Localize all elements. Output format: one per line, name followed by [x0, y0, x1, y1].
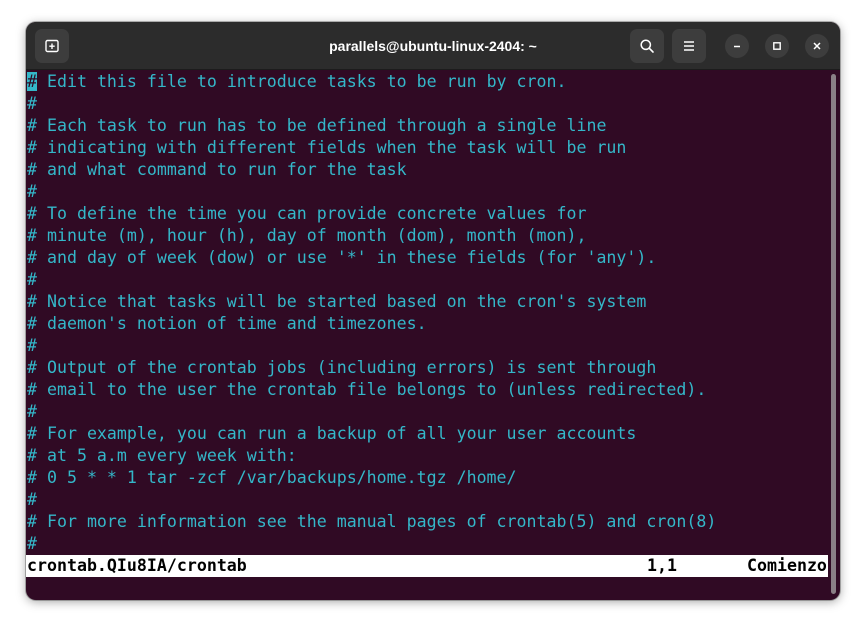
- status-cursor-position: 1,1: [647, 556, 677, 575]
- terminal-line: # For example, you can run a backup of a…: [27, 424, 637, 443]
- terminal-line: #: [27, 402, 37, 421]
- menu-button[interactable]: [672, 29, 706, 63]
- terminal-line: # indicating with different fields when …: [27, 138, 627, 157]
- title-bar: parallels@ubuntu-linux-2404: ~: [26, 22, 840, 70]
- terminal-line: # minute (m), hour (h), day of month (do…: [27, 226, 587, 245]
- terminal-line: # Output of the crontab jobs (including …: [27, 358, 657, 377]
- terminal-line: # 0 5 * * 1 tar -zcf /var/backups/home.t…: [27, 468, 517, 487]
- terminal-window: parallels@ubuntu-linux-2404: ~ # Edit th…: [26, 22, 840, 600]
- menu-icon: [684, 41, 694, 51]
- terminal-line: # daemon's notion of time and timezones.: [27, 314, 427, 333]
- terminal-line: # Each task to run has to be defined thr…: [27, 116, 607, 135]
- window-title: parallels@ubuntu-linux-2404: ~: [329, 38, 537, 54]
- terminal-line: #: [27, 336, 37, 355]
- terminal-line: # Notice that tasks will be started base…: [27, 292, 647, 311]
- minimize-icon: [734, 45, 740, 48]
- terminal-line: # at 5 a.m every week with:: [27, 446, 297, 465]
- terminal-line: # and day of week (dow) or use '*' in th…: [27, 248, 657, 267]
- terminal-line: #: [27, 94, 37, 113]
- terminal-content[interactable]: # Edit this file to introduce tasks to b…: [26, 70, 828, 600]
- terminal-line-1: # Edit this file to introduce tasks to b…: [27, 72, 567, 91]
- terminal-line: #: [27, 182, 37, 201]
- close-button[interactable]: [805, 34, 829, 58]
- close-icon: [813, 42, 821, 50]
- terminal-line: #: [27, 270, 37, 289]
- editor-status-bar: crontab.QIu8IA/crontab 1,1 Comienzo: [26, 555, 828, 577]
- terminal-line: #: [27, 490, 37, 509]
- terminal-line: # For more information see the manual pa…: [27, 512, 717, 531]
- text-cursor: #: [27, 72, 37, 91]
- terminal-line: # email to the user the crontab file bel…: [27, 380, 707, 399]
- terminal-line: #: [27, 534, 37, 553]
- scrollbar[interactable]: [831, 74, 836, 594]
- minimize-button[interactable]: [725, 34, 749, 58]
- status-filename: crontab.QIu8IA/crontab: [27, 556, 247, 575]
- maximize-icon: [773, 42, 781, 50]
- terminal-line: # To define the time you can provide con…: [27, 204, 587, 223]
- status-scroll-position: Comienzo: [747, 556, 827, 575]
- terminal-line: # and what command to run for the task: [27, 160, 407, 179]
- maximize-button[interactable]: [765, 34, 789, 58]
- search-button[interactable]: [630, 29, 664, 63]
- search-icon: [640, 39, 654, 53]
